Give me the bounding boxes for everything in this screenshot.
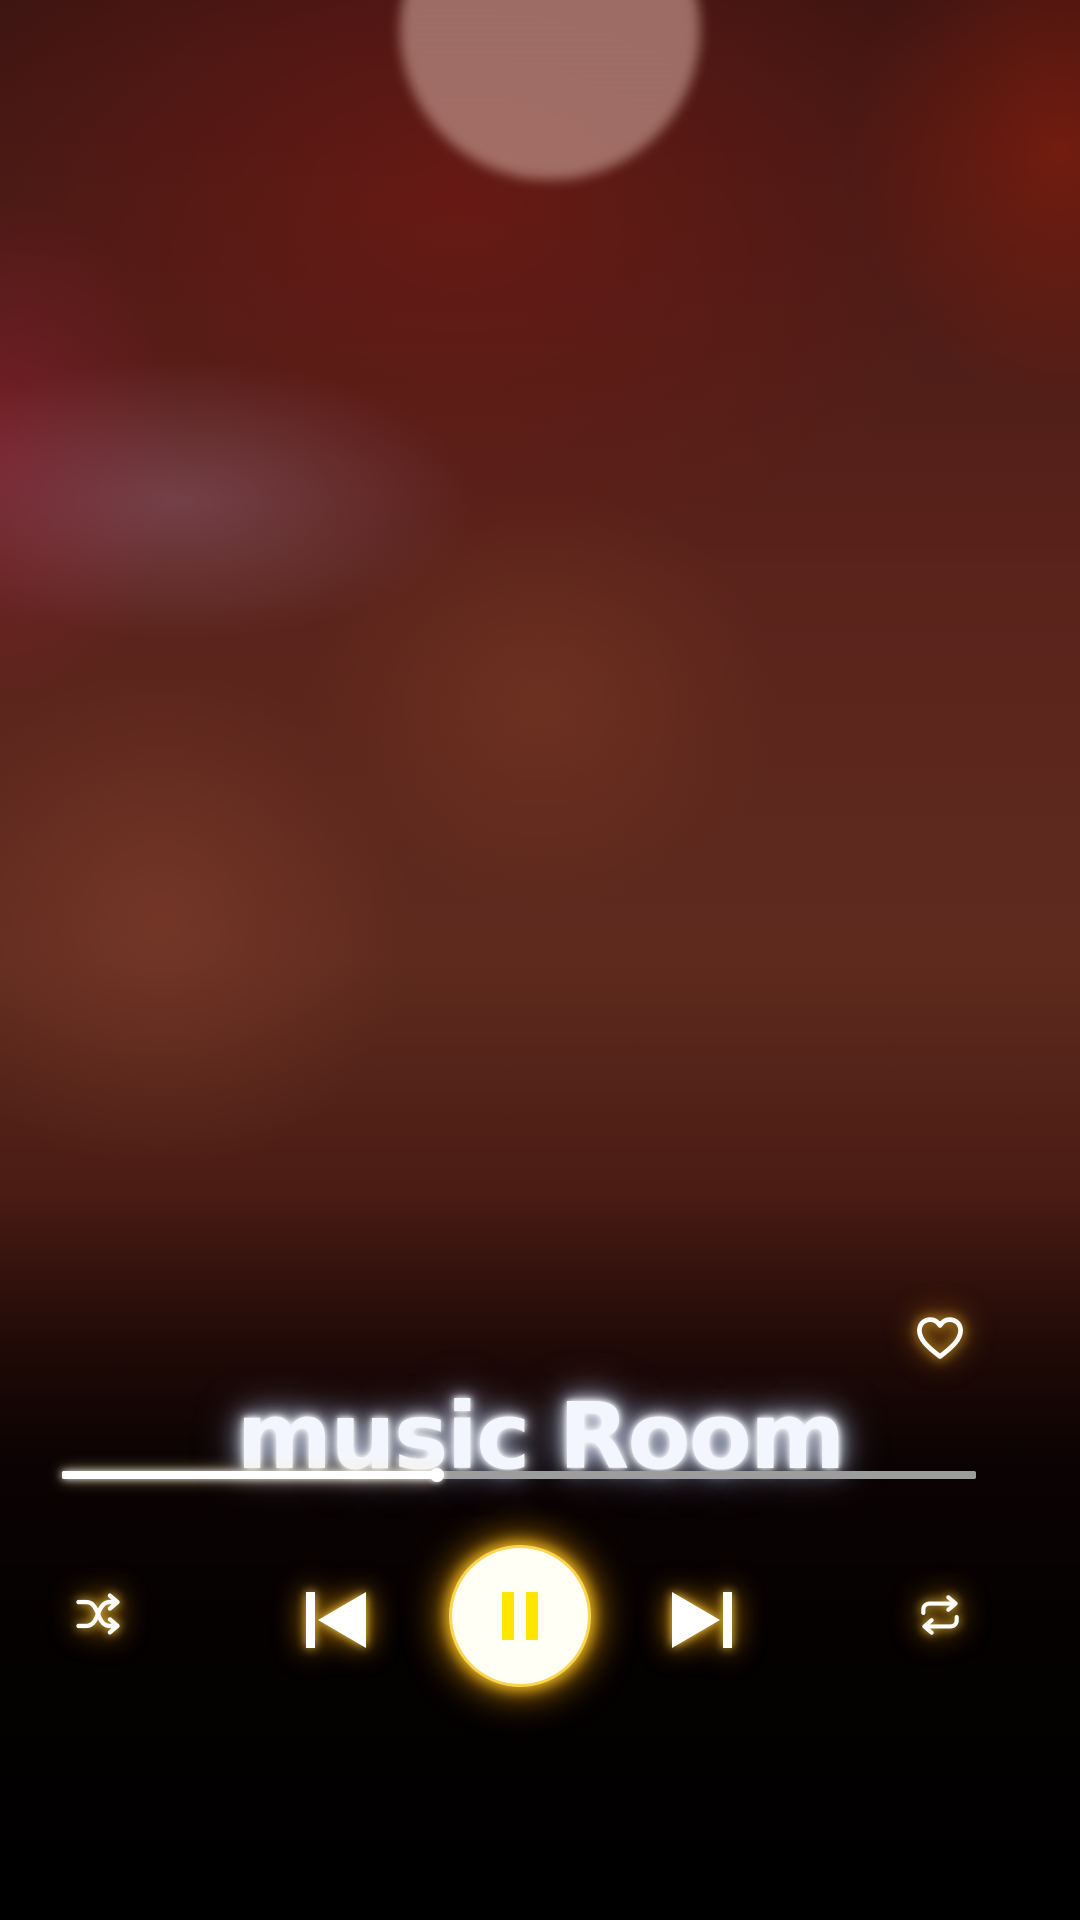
music-player-screen: music Room [0, 0, 1080, 1920]
shuffle-icon [76, 1593, 120, 1635]
pause-icon [526, 1592, 538, 1640]
repeat-button[interactable] [914, 1590, 966, 1640]
next-button[interactable] [666, 1588, 738, 1652]
progress-bar[interactable] [62, 1468, 976, 1482]
shuffle-button[interactable] [72, 1588, 124, 1640]
previous-icon [306, 1592, 366, 1648]
repeat-icon [921, 1595, 959, 1635]
progress-thumb[interactable] [429, 1468, 444, 1482]
heart-icon [917, 1317, 963, 1359]
like-button[interactable] [914, 1312, 966, 1364]
pause-icon [502, 1592, 514, 1640]
next-icon [672, 1592, 732, 1648]
progress-fill [62, 1471, 437, 1479]
pause-button[interactable] [452, 1548, 588, 1684]
previous-button[interactable] [300, 1588, 372, 1652]
